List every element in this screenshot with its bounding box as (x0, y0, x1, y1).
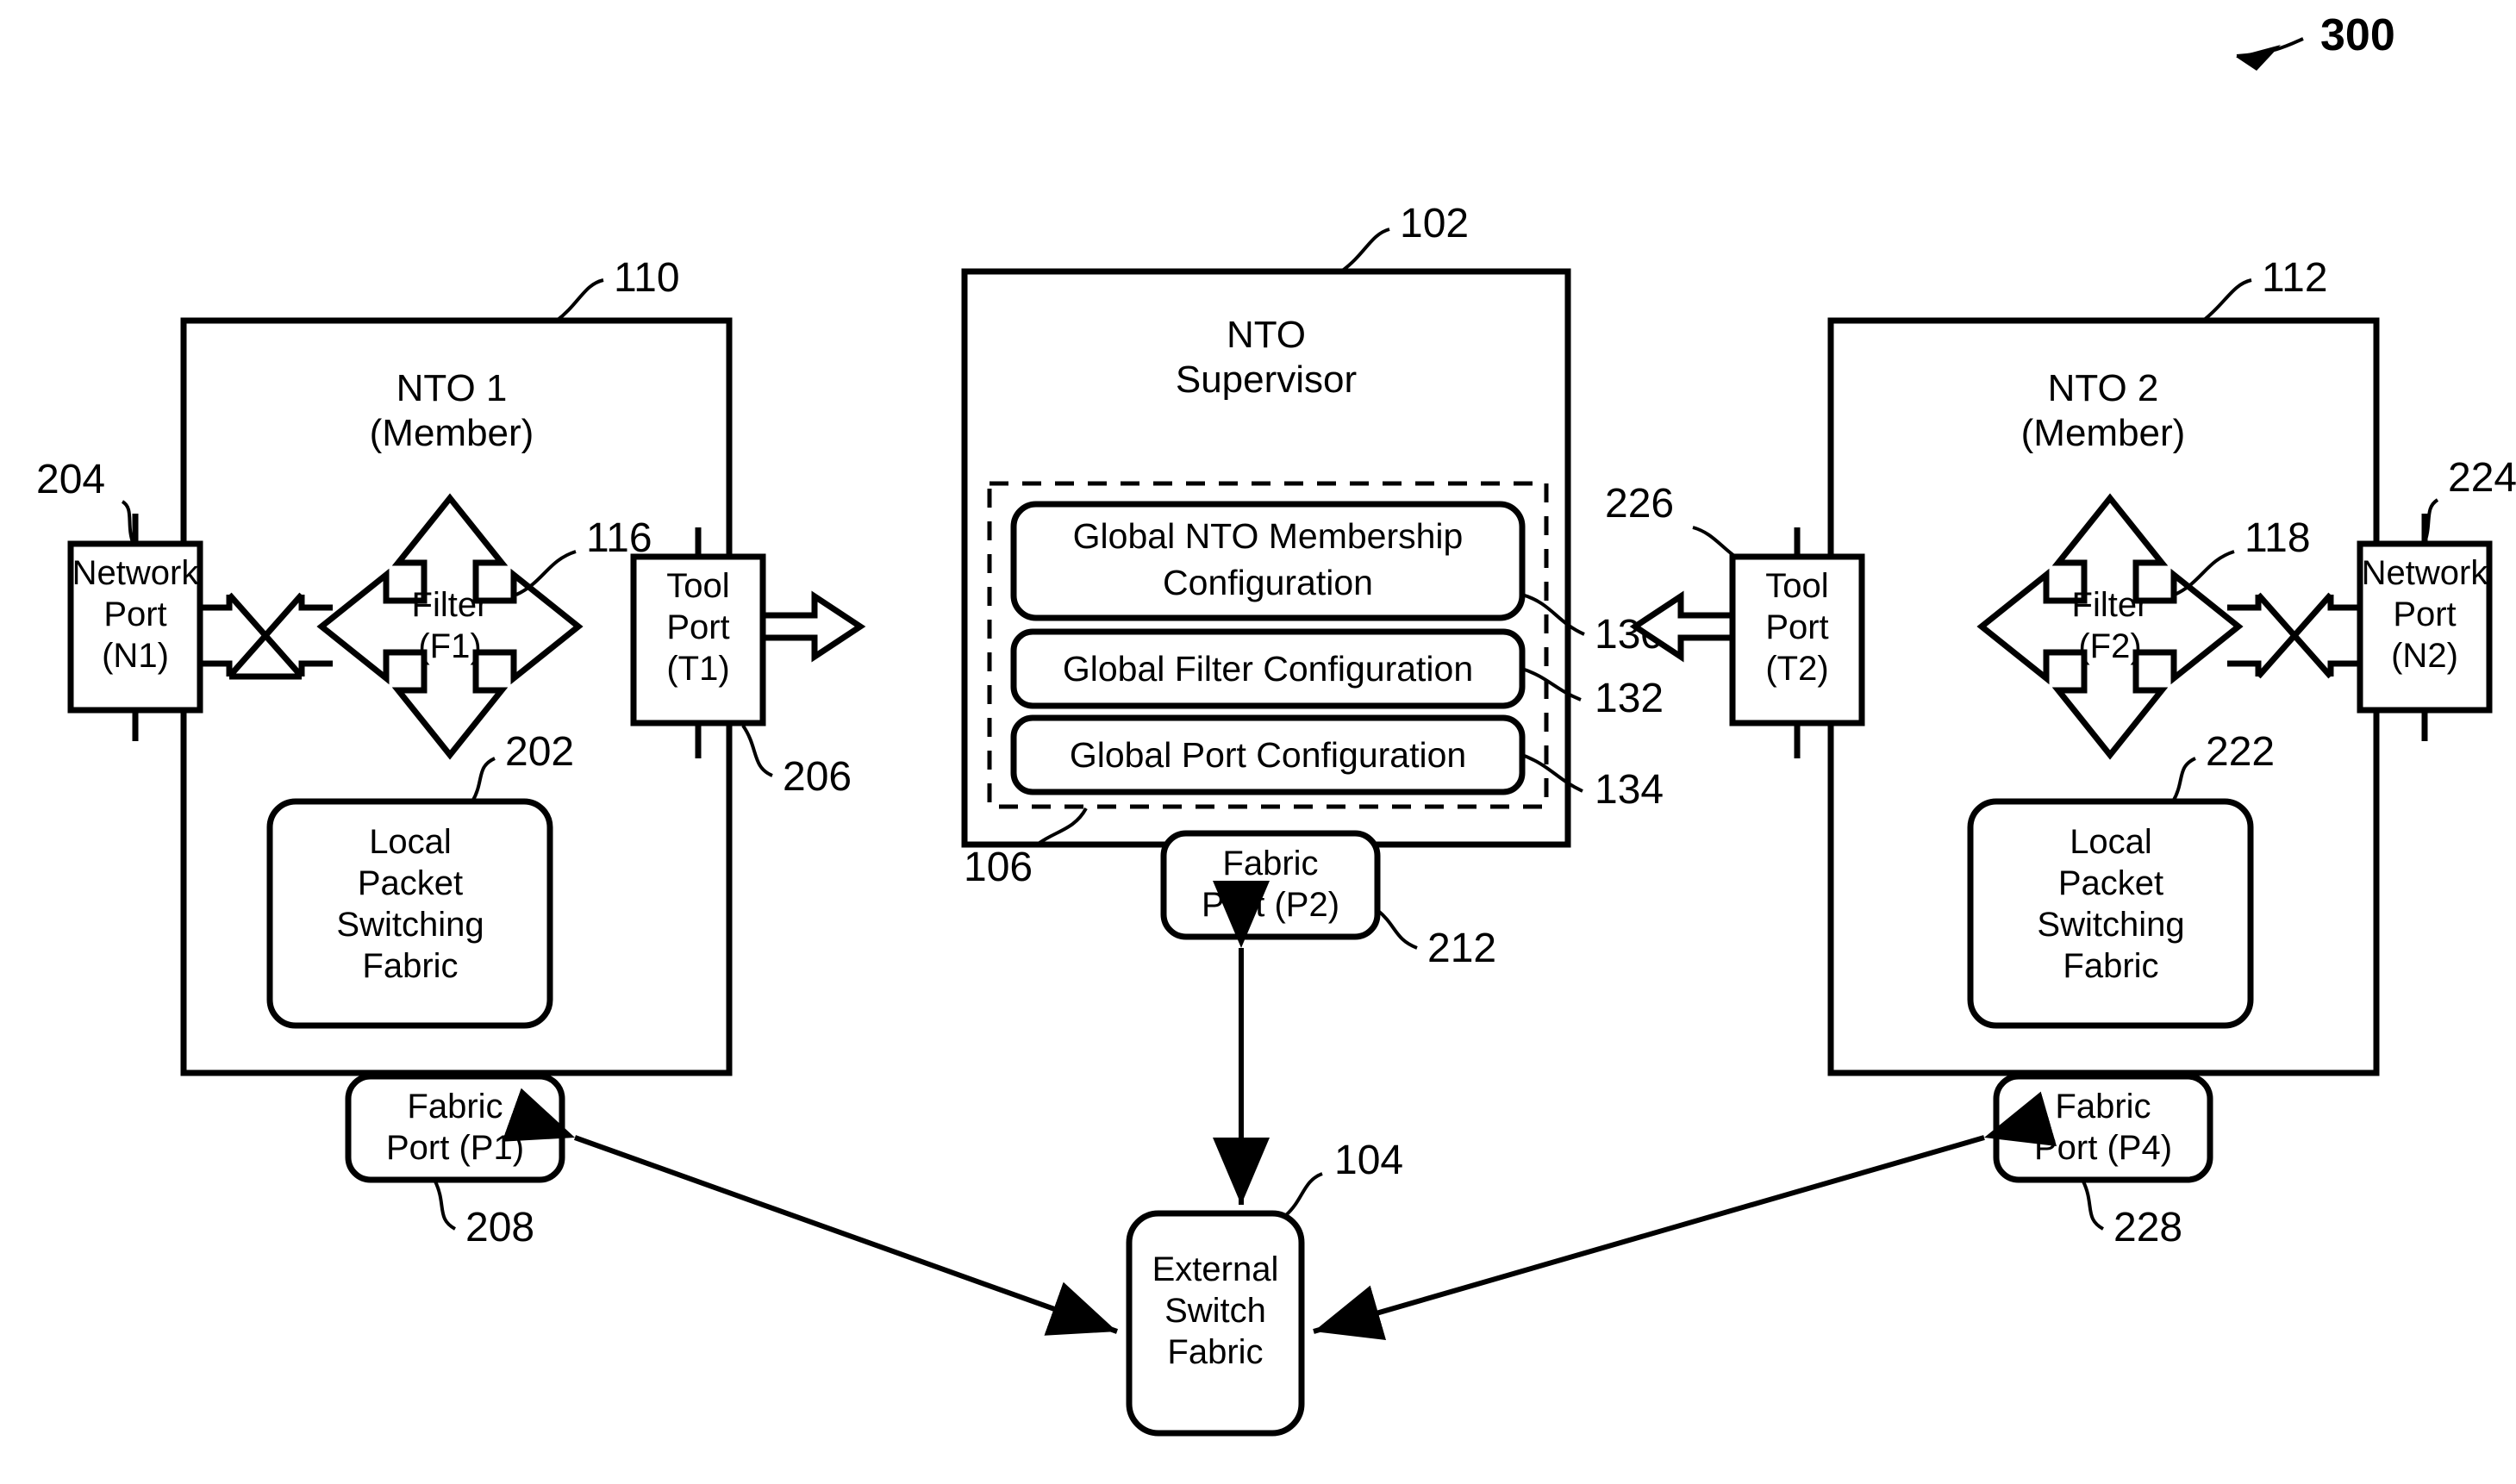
nto1-local-fabric-line1: Local (369, 823, 452, 861)
nto2-fabric-port-line1: Fabric (2055, 1088, 2151, 1125)
nto2-local-fabric-line4: Fabric (2063, 947, 2158, 985)
nto2-network-port-line1: Network (2362, 554, 2489, 592)
nto2-title-line1: NTO 2 (2048, 367, 2159, 409)
nto1-tool-port-ref-label: 206 (783, 754, 852, 800)
nto1-tool-port-line3: (T1) (666, 650, 729, 688)
nto2-filter-line1: Filter (2072, 586, 2149, 624)
nto2-ref-label: 112 (2262, 255, 2328, 301)
supervisor-config-port-ref-label: 134 (1595, 767, 1664, 813)
nto2-local-fabric-line3: Switching (2037, 906, 2184, 944)
nto1-local-fabric-ref-label: 202 (505, 729, 574, 775)
nto2-local-fabric-ref-label: 222 (2206, 729, 2275, 775)
supervisor-config-membership-line2: Configuration (1163, 563, 1373, 602)
nto2-filter-line2: (F2) (2078, 627, 2141, 665)
nto2-fabric-port-line2: Port (P4) (2034, 1129, 2172, 1167)
nto1-tool-port-line2: Port (666, 608, 729, 646)
supervisor-config-group-ref-label: 106 (964, 845, 1033, 890)
external-switch-line3: Fabric (1167, 1333, 1263, 1371)
nto2-network-port-ref-label: 224 (2448, 455, 2516, 501)
nto2-tool-port-ref-label: 226 (1605, 481, 1674, 527)
nto1-filter-line1: Filter (412, 586, 489, 624)
nto1-local-fabric-line2: Packet (358, 864, 463, 902)
external-switch-line1: External (1152, 1250, 1279, 1288)
patent-figure-300: 300 NTO 1 (Member) 110 Network Port (N1)… (0, 0, 2516, 1484)
nto2-tool-port-line1: Tool (1765, 567, 1828, 605)
nto1-local-fabric-line3: Switching (336, 906, 484, 944)
supervisor-config-filter-ref-label: 132 (1595, 676, 1664, 721)
nto1-ref-label: 110 (614, 255, 680, 301)
nto2-local-fabric-line2: Packet (2058, 864, 2163, 902)
nto1-local-fabric-line4: Fabric (362, 947, 458, 985)
nto2-local-fabric-line1: Local (2070, 823, 2152, 861)
figure-number-label: 300 (2320, 10, 2395, 60)
nto1-network-port-line3: (N1) (102, 637, 169, 675)
external-switch-line2: Switch (1164, 1292, 1266, 1330)
nto2-filter-ref-label: 118 (2244, 515, 2311, 561)
nto1-fabric-port-ref-label: 208 (465, 1205, 534, 1250)
supervisor-title-line2: Supervisor (1176, 359, 1357, 401)
nto1-network-port-line2: Port (103, 595, 166, 633)
supervisor-fabric-port-line2: Port (P2) (1202, 886, 1339, 924)
nto2-network-port-line2: Port (2393, 595, 2456, 633)
supervisor-fabric-port-line1: Fabric (1222, 845, 1318, 882)
supervisor-title-line1: NTO (1227, 314, 1306, 356)
nto2-fabric-port-ref-label: 228 (2113, 1205, 2182, 1250)
nto2-title-line2: (Member) (2021, 412, 2186, 454)
nto1-tool-port-line1: Tool (666, 567, 729, 605)
supervisor-ref-label: 102 (1400, 201, 1469, 246)
supervisor-config-membership-line1: Global NTO Membership (1073, 516, 1464, 556)
nto1-fabric-port-line1: Fabric (407, 1088, 503, 1125)
external-switch-ref-label: 104 (1334, 1138, 1403, 1183)
nto2-tool-port-line3: (T2) (1765, 650, 1828, 688)
nto2-tool-port-line2: Port (1765, 608, 1828, 646)
nto1-network-port-ref-label: 204 (36, 457, 105, 502)
nto1-title-line1: NTO 1 (396, 367, 508, 409)
supervisor-config-port-line1: Global Port Configuration (1070, 735, 1466, 775)
nto1-network-port-line1: Network (72, 554, 200, 592)
nto1-fabric-port-line2: Port (P1) (386, 1129, 524, 1167)
nto1-filter-line2: (F1) (418, 627, 481, 665)
nto2-network-port-line3: (N2) (2391, 637, 2458, 675)
supervisor-fabric-port-ref-label: 212 (1427, 926, 1496, 971)
nto1-title-line2: (Member) (370, 412, 534, 454)
supervisor-config-filter-line1: Global Filter Configuration (1063, 649, 1473, 689)
